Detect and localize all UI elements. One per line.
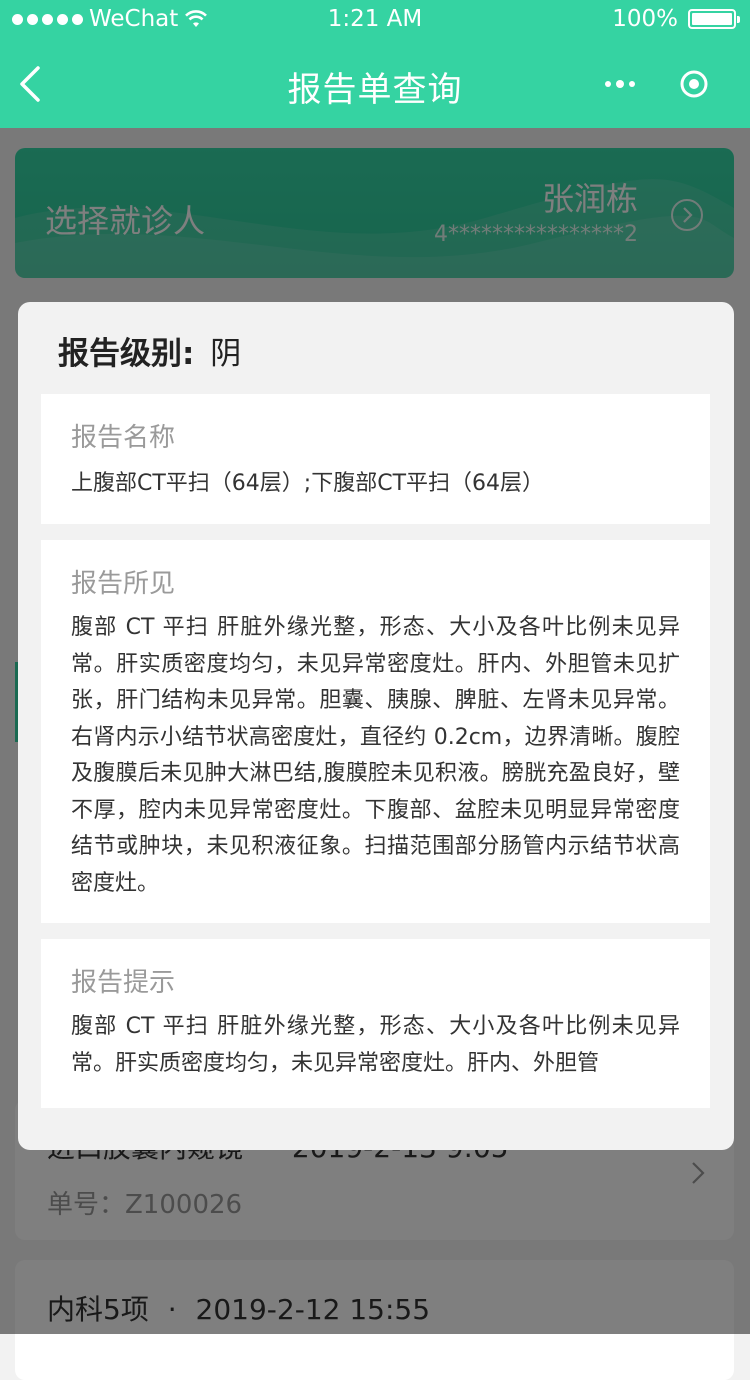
report-detail-modal: 报告级别: 阴 报告名称 上腹部CT平扫（64层）;下腹部CT平扫（64层） 报… — [18, 302, 734, 1150]
report-level: 报告级别: 阴 — [58, 328, 241, 373]
battery-icon — [688, 9, 740, 29]
report-findings-section: 报告所见 腹部 CT 平扫 肝脏外缘光整，形态、大小及各叶比例未见异常。肝实质密… — [41, 540, 710, 923]
status-bar: WeChat 1:21 AM 100% — [0, 0, 750, 40]
section-title: 报告提示 — [71, 968, 176, 998]
report-name-text: 上腹部CT平扫（64层）;下腹部CT平扫（64层） — [71, 471, 545, 496]
section-title: 报告名称 — [71, 423, 176, 453]
report-hint-text: 腹部 CT 平扫 肝脏外缘光整，形态、大小及各叶比例未见异常。肝实质密度均匀，未… — [71, 1014, 680, 1076]
report-level-label: 报告级别: — [58, 336, 195, 372]
report-name-section: 报告名称 上腹部CT平扫（64层）;下腹部CT平扫（64层） — [41, 394, 710, 524]
more-icon[interactable] — [600, 70, 640, 98]
battery-group: 100% — [612, 6, 740, 32]
battery-percent: 100% — [612, 6, 678, 32]
close-mini-program-icon[interactable] — [676, 66, 712, 102]
section-title: 报告所见 — [71, 569, 176, 599]
report-hint-section: 报告提示 腹部 CT 平扫 肝脏外缘光整，形态、大小及各叶比例未见异常。肝实质密… — [41, 939, 710, 1108]
nav-bar: 报告单查询 — [0, 40, 750, 128]
report-level-value: 阴 — [210, 336, 242, 372]
report-findings-text: 腹部 CT 平扫 肝脏外缘光整，形态、大小及各叶比例未见异常。肝实质密度均匀，未… — [71, 615, 680, 896]
